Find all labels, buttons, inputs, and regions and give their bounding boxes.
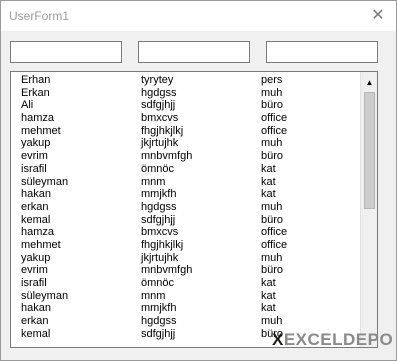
list-item[interactable]: Erkan hgdgss muh — [11, 87, 359, 100]
list-item[interactable]: yakup jkjrtujhk muh — [11, 137, 359, 150]
logo-text: EXCELDEPO — [283, 330, 394, 349]
exceldepo-logo: XEXCELDEPO — [272, 330, 393, 352]
list-cell: süleyman — [21, 175, 69, 188]
list-cell: jkjrtujhk — [141, 251, 179, 264]
list-cell: israfil — [21, 277, 47, 289]
list-cell: büro — [261, 150, 284, 163]
list-cell: yakup — [21, 251, 51, 264]
list-cell: muh — [261, 200, 283, 213]
list-cell: kat — [261, 277, 276, 289]
list-item[interactable]: Erhan tyrytey pers — [11, 74, 359, 87]
list-cell: fhgjhkjlkj — [141, 124, 184, 137]
list-cell: kat — [261, 175, 276, 188]
list-cell: hakan — [21, 302, 51, 315]
list-item[interactable]: süleyman mnm kat — [11, 290, 359, 303]
list-item[interactable]: israfil ömnöc kat — [11, 163, 359, 176]
list-cell: büro — [261, 264, 284, 277]
list-item[interactable]: hakan mmjkfh kat — [11, 302, 359, 315]
list-item[interactable]: evrim mnbvmfgh büro — [11, 150, 359, 163]
list-cell: mnm — [141, 289, 166, 302]
list-item[interactable]: yakup jkjrtujhk muh — [11, 252, 359, 265]
list-item[interactable]: erkan hgdgss muh — [11, 315, 359, 328]
list-cell: kemal — [21, 213, 51, 226]
list-cell: office — [261, 112, 288, 125]
list-item[interactable]: mehmet fhgjhkjlkj office — [11, 239, 359, 252]
list-cell: kemal — [21, 327, 51, 340]
list-cell: bmxcvs — [141, 112, 179, 125]
scroll-thumb[interactable] — [364, 92, 375, 209]
logo-x-mark: X — [272, 330, 284, 349]
list-cell: mnbvmfgh — [141, 264, 193, 277]
list-cell: erkan — [21, 315, 49, 328]
list-cell: büro — [261, 213, 284, 226]
list-cell: Erhan — [21, 74, 51, 86]
list-cell: kat — [261, 162, 276, 175]
listbox[interactable]: Erhan tyrytey pers Erkan hgdgss muh Ali sdfgjhj… — [10, 71, 378, 348]
list-cell: sdfgjhjj — [141, 213, 176, 226]
list-cell: tyrytey — [141, 74, 174, 86]
list-cell: bmxcvs — [141, 226, 179, 239]
list-cell: office — [261, 238, 288, 251]
list-cell: muh — [261, 315, 283, 328]
list-cell: evrim — [21, 150, 48, 163]
list-cell: Erkan — [21, 86, 50, 99]
close-icon[interactable]: ✕ — [366, 4, 390, 28]
list-cell: muh — [261, 251, 283, 264]
list-item[interactable]: israfil ömnöc kat — [11, 277, 359, 290]
list-cell: yakup — [21, 137, 51, 150]
list-item[interactable]: hakan mmjkfh kat — [11, 188, 359, 201]
window-title: UserForm1 — [9, 9, 70, 23]
list-cell: fhgjhkjlkj — [141, 238, 184, 251]
list-cell: Ali — [21, 99, 34, 112]
list-cell: office — [261, 124, 288, 137]
list-cell: muh — [261, 86, 283, 99]
title-bar[interactable]: UserForm1 ✕ — [1, 1, 396, 31]
textbox-2[interactable] — [138, 41, 250, 63]
list-cell: hgdgss — [141, 315, 177, 328]
vertical-scrollbar[interactable]: ▲ — [360, 72, 377, 347]
list-cell: ömnöc — [141, 277, 175, 289]
list-cell: mmjkfh — [141, 188, 177, 201]
list-cell: kat — [261, 289, 276, 302]
list-cell: evrim — [21, 264, 48, 277]
list-cell: hgdgss — [141, 86, 177, 99]
list-cell: hakan — [21, 188, 51, 201]
list-item[interactable]: kemal sdfgjhjj büro — [11, 214, 359, 227]
list-cell: erkan — [21, 200, 49, 213]
list-cell: ömnöc — [141, 162, 175, 175]
list-item[interactable]: Ali sdfgjhjj büro — [11, 99, 359, 112]
list-cell: sdfgjhjj — [141, 99, 176, 112]
scroll-up-arrow-icon[interactable]: ▲ — [362, 74, 377, 91]
list-cell: mnbvmfgh — [141, 150, 193, 163]
list-cell: süleyman — [21, 289, 69, 302]
listbox-rows: Erhan tyrytey pers Erkan hgdgss muh Ali sdfgjhj… — [11, 74, 359, 340]
list-item[interactable]: erkan hgdgss muh — [11, 201, 359, 214]
list-cell: hamza — [21, 226, 55, 239]
list-cell: mehmet — [21, 238, 61, 251]
list-cell: israfil — [21, 162, 47, 175]
list-cell: office — [261, 226, 288, 239]
list-cell: kat — [261, 302, 276, 315]
list-item[interactable]: hamza bmxcvs office — [11, 226, 359, 239]
list-item[interactable]: evrim mnbvmfgh büro — [11, 264, 359, 277]
list-cell: mehmet — [21, 124, 61, 137]
list-cell: büro — [261, 99, 284, 112]
list-cell: hamza — [21, 112, 55, 125]
list-item[interactable]: süleyman mnm kat — [11, 176, 359, 189]
list-cell: mnm — [141, 175, 166, 188]
textbox-3[interactable] — [266, 41, 378, 63]
list-cell: pers — [261, 74, 283, 86]
userform-window: UserForm1 ✕ Erhan tyrytey pers Erkan hgdgss m… — [0, 0, 397, 361]
list-cell: kat — [261, 188, 276, 201]
list-item[interactable]: mehmet fhgjhkjlkj office — [11, 125, 359, 138]
list-cell: muh — [261, 137, 283, 150]
list-cell: jkjrtujhk — [141, 137, 179, 150]
list-cell: sdfgjhjj — [141, 327, 176, 340]
list-cell: mmjkfh — [141, 302, 177, 315]
textbox-1[interactable] — [10, 41, 122, 63]
list-cell: hgdgss — [141, 200, 177, 213]
list-item[interactable]: hamza bmxcvs office — [11, 112, 359, 125]
